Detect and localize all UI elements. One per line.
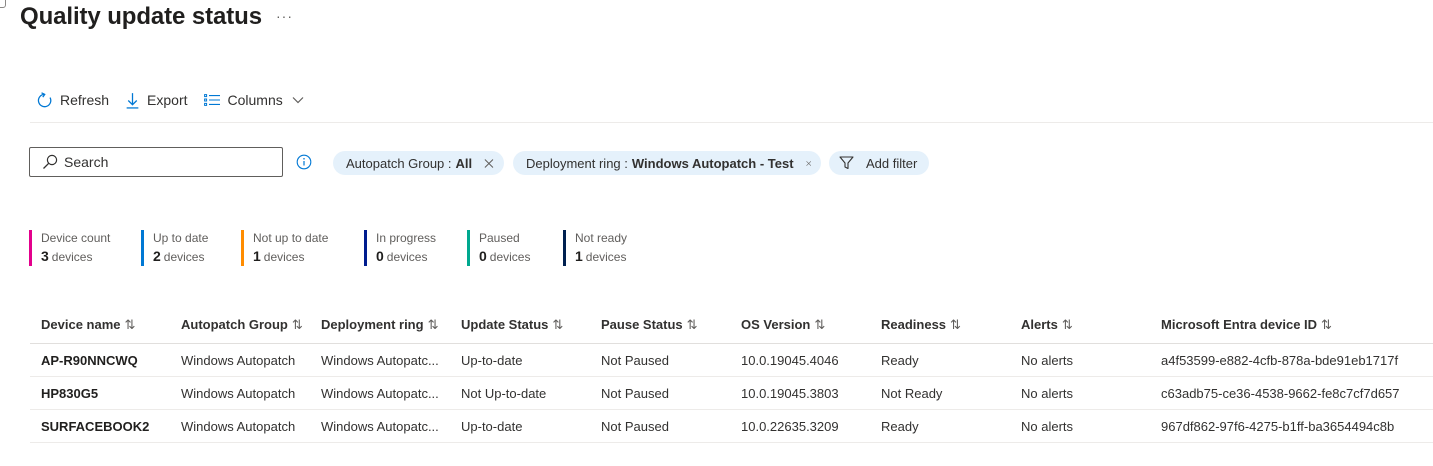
cell-readiness: Not Ready [870, 376, 1010, 410]
devices-table: Device name ⇅ Autopatch Group ⇅ Deployment… [30, 306, 1433, 443]
sort-icon[interactable]: ⇅ [687, 317, 698, 332]
stat-label: Up to date [153, 231, 209, 245]
stat-label: Not up to date [253, 231, 329, 245]
filter-key: Autopatch Group : [346, 155, 452, 171]
stat-not-ready: Not ready 1 devices [563, 230, 627, 266]
column-header-pause-status[interactable]: Pause Status ⇅ [590, 306, 730, 344]
cell-autopatch-group: Windows Autopatch [170, 376, 310, 410]
table-header-row: Device name ⇅ Autopatch Group ⇅ Deployment… [30, 306, 1433, 344]
column-header-autopatch-group[interactable]: Autopatch Group ⇅ [170, 306, 310, 344]
cell-os-version: 10.0.19045.4046 [730, 343, 870, 377]
sort-icon[interactable]: ⇅ [950, 317, 961, 332]
add-filter-button[interactable]: Add filter [829, 151, 929, 175]
window-corner-mark [0, 0, 6, 8]
cell-alerts: No alerts [1010, 376, 1150, 410]
page-title: Quality update status [20, 3, 262, 30]
filter-key: Deployment ring : [526, 155, 628, 171]
sort-icon[interactable]: ⇅ [1321, 317, 1332, 332]
download-icon [126, 92, 139, 109]
cell-pause-status: Not Paused [590, 343, 730, 377]
cell-readiness: Ready [870, 343, 1010, 377]
search-icon [43, 154, 58, 169]
cell-alerts: No alerts [1010, 343, 1150, 377]
stat-value: 0 devices [376, 248, 428, 264]
cell-update-status: Up-to-date [450, 343, 590, 377]
column-header-deployment-ring[interactable]: Deployment ring ⇅ [310, 306, 450, 344]
cell-deployment-ring: Windows Autopatc... [310, 376, 450, 410]
close-icon[interactable] [484, 158, 494, 169]
table-row[interactable]: AP-R90NNCWQ Windows Autopatch Windows Au… [30, 343, 1433, 377]
cell-device-name[interactable]: AP-R90NNCWQ [30, 343, 170, 377]
stat-in-progress: In progress 0 devices [364, 230, 436, 266]
stat-label: In progress [376, 231, 437, 245]
search-box[interactable] [29, 147, 283, 177]
cell-entra-device-id: 967df862-97f6-4275-b1ff-ba3654494c8b [1150, 409, 1433, 443]
stat-not-up-to-date: Not up to date 1 devices [241, 230, 328, 266]
column-header-device-name[interactable]: Device name ⇅ [30, 306, 170, 344]
column-header-entra-device-id[interactable]: Microsoft Entra device ID ⇅ [1150, 306, 1433, 344]
cell-autopatch-group: Windows Autopatch [170, 409, 310, 443]
filter-pill-deployment-ring[interactable]: Deployment ring : Windows Autopatch - Te… [513, 151, 821, 175]
cell-autopatch-group: Windows Autopatch [170, 343, 310, 377]
cell-os-version: 10.0.22635.3209 [730, 409, 870, 443]
sort-icon[interactable]: ⇅ [814, 317, 825, 332]
export-label: Export [147, 92, 188, 108]
stat-value: 0 devices [479, 248, 531, 264]
cell-pause-status: Not Paused [590, 376, 730, 410]
column-header-alerts[interactable]: Alerts ⇅ [1010, 306, 1150, 344]
filter-icon [839, 156, 854, 170]
more-options-icon[interactable]: ··· [276, 8, 293, 24]
sort-icon[interactable]: ⇅ [125, 317, 136, 332]
stat-device-count: Device count 3 devices [29, 230, 110, 266]
cell-update-status: Not Up-to-date [450, 376, 590, 410]
columns-list-icon [203, 94, 220, 106]
command-bar: Refresh Export Columns [36, 88, 304, 112]
sort-icon[interactable]: ⇅ [292, 317, 303, 332]
stat-paused: Paused 0 devices [467, 230, 530, 266]
cell-readiness: Ready [870, 409, 1010, 443]
column-header-update-status[interactable]: Update Status ⇅ [450, 306, 590, 344]
toolbar-divider [30, 122, 1433, 123]
filter-value: Windows Autopatch - Test [631, 155, 794, 171]
sort-icon[interactable]: ⇅ [552, 317, 563, 332]
cell-entra-device-id: c63adb75-ce36-4538-9662-fe8c7cf7d657 [1150, 376, 1433, 410]
columns-label: Columns [227, 92, 283, 108]
cell-deployment-ring: Windows Autopatc... [310, 409, 450, 443]
stat-value: 3 devices [41, 248, 93, 264]
stat-label: Device count [41, 231, 111, 245]
refresh-button[interactable]: Refresh [36, 91, 110, 109]
info-icon[interactable] [296, 154, 312, 170]
cell-os-version: 10.0.19045.3803 [730, 376, 870, 410]
table-row[interactable]: HP830G5 Windows Autopatch Windows Autopa… [30, 376, 1433, 410]
table-row[interactable]: SURFACEBOOK2 Windows Autopatch Windows A… [30, 409, 1433, 443]
refresh-label: Refresh [60, 92, 110, 108]
sort-icon[interactable]: ⇅ [1062, 317, 1073, 332]
column-header-readiness[interactable]: Readiness ⇅ [870, 306, 1010, 344]
cell-entra-device-id: a4f53599-e882-4cfb-878a-bde91eb1717f [1150, 343, 1433, 377]
export-button[interactable]: Export [125, 92, 188, 109]
stat-value: 2 devices [153, 248, 205, 264]
stat-up-to-date: Up to date 2 devices [141, 230, 208, 266]
add-filter-label: Add filter [866, 155, 918, 171]
cell-alerts: No alerts [1010, 409, 1150, 443]
stat-value: 1 devices [253, 248, 305, 264]
stat-value: 1 devices [575, 248, 627, 264]
stat-label: Not ready [575, 231, 628, 245]
filter-pill-autopatch-group[interactable]: Autopatch Group : All [333, 151, 504, 175]
columns-button[interactable]: Columns [203, 92, 304, 108]
search-input[interactable] [64, 154, 264, 170]
filter-value: All [455, 155, 473, 171]
column-header-os-version[interactable]: OS Version ⇅ [730, 306, 870, 344]
stat-label: Paused [479, 231, 520, 245]
cell-update-status: Up-to-date [450, 409, 590, 443]
chevron-down-icon [292, 97, 304, 104]
close-icon[interactable] [805, 158, 811, 169]
cell-device-name[interactable]: SURFACEBOOK2 [30, 409, 170, 443]
sort-icon[interactable]: ⇅ [428, 317, 439, 332]
cell-deployment-ring: Windows Autopatc... [310, 343, 450, 377]
refresh-icon [37, 91, 52, 107]
cell-device-name[interactable]: HP830G5 [30, 376, 170, 410]
cell-pause-status: Not Paused [590, 409, 730, 443]
